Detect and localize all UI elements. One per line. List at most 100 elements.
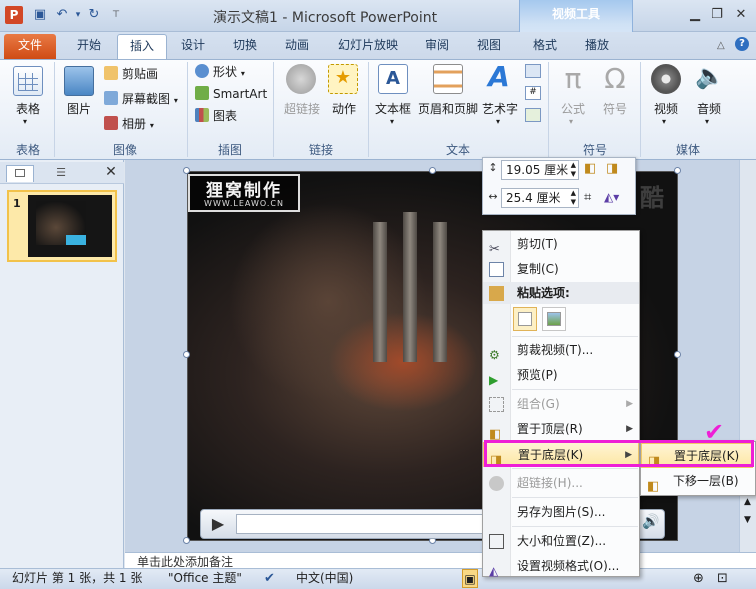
- textbox-icon[interactable]: A: [378, 64, 408, 94]
- video-icon[interactable]: [651, 64, 681, 94]
- tab-view[interactable]: 视图: [468, 34, 510, 59]
- tab-transitions[interactable]: 切换: [224, 34, 266, 59]
- width-spinner[interactable]: 25.4 厘米 ▲ ▼: [501, 188, 579, 208]
- resize-handle-ne[interactable]: [674, 167, 681, 174]
- next-slide-icon[interactable]: ▼: [741, 515, 754, 529]
- tab-design[interactable]: 设计: [172, 34, 214, 59]
- outline-view-icon[interactable]: ☰: [52, 166, 70, 180]
- restore-icon[interactable]: ❐: [706, 6, 728, 24]
- album-icon: [104, 116, 118, 130]
- menu-item-cut[interactable]: ✂ 剪切(T): [483, 232, 639, 257]
- fit-to-window-icon[interactable]: ⊡: [717, 569, 728, 588]
- send-backward-mini-icon[interactable]: ◨: [606, 161, 622, 177]
- volume-icon[interactable]: 🔊: [640, 514, 662, 534]
- play-icon[interactable]: ▶: [206, 512, 230, 536]
- menu-item-trim-video[interactable]: ⚙ 剪裁视频(T)...: [483, 338, 639, 363]
- audio-icon[interactable]: 🔈: [695, 62, 725, 94]
- save-icon[interactable]: ▣: [32, 7, 48, 23]
- tab-home[interactable]: 开始: [66, 34, 112, 59]
- album-button[interactable]: 相册 ▾: [104, 114, 154, 134]
- menu-item-hyperlink[interactable]: 超链接(H)...: [483, 471, 639, 496]
- textbox-button[interactable]: 文本框: [372, 100, 414, 117]
- chart-button[interactable]: 图表: [195, 106, 237, 126]
- video-dropdown-icon[interactable]: ▾: [662, 117, 666, 126]
- wordart-icon[interactable]: A: [484, 62, 514, 92]
- symbol-button[interactable]: 符号: [597, 100, 633, 117]
- slide-thumbnail-number: 1: [13, 197, 21, 210]
- clipart-button[interactable]: 剪贴画: [104, 64, 158, 84]
- object-icon[interactable]: [525, 108, 541, 122]
- crop-mini-icon[interactable]: ⌗: [584, 190, 600, 206]
- resize-handle-sw[interactable]: [183, 537, 190, 544]
- width-spin-arrows-icon[interactable]: ▲ ▼: [571, 189, 578, 207]
- tab-format[interactable]: 格式: [524, 34, 566, 59]
- header-footer-icon[interactable]: [433, 64, 463, 94]
- menu-item-copy[interactable]: 复制(C): [483, 257, 639, 282]
- audio-button[interactable]: 音频: [689, 100, 729, 117]
- tab-insert[interactable]: 插入: [117, 34, 167, 59]
- spelling-check-icon[interactable]: ✔: [264, 569, 275, 588]
- tab-review[interactable]: 审阅: [416, 34, 458, 59]
- customize-qat-icon[interactable]: ⊤: [108, 7, 124, 23]
- smartart-button[interactable]: SmartArt: [195, 84, 267, 104]
- tab-slides-view[interactable]: [6, 165, 34, 182]
- menu-item-save-as-picture[interactable]: 另存为图片(S)...: [483, 500, 639, 525]
- resize-handle-n[interactable]: [429, 167, 436, 174]
- menu-item-bring-to-front[interactable]: ◧ 置于顶层(R) ▶: [483, 417, 639, 442]
- tab-playback[interactable]: 播放: [576, 34, 618, 59]
- status-language[interactable]: 中文(中国): [296, 569, 353, 588]
- table-dropdown-icon[interactable]: ▾: [23, 117, 27, 126]
- height-spinner[interactable]: 19.05 厘米 ▲ ▼: [501, 160, 579, 180]
- menu-item-preview[interactable]: ▶ 预览(P): [483, 363, 639, 388]
- resize-handle-e[interactable]: [674, 351, 681, 358]
- tab-slideshow[interactable]: 幻灯片放映: [330, 34, 406, 59]
- video-style-mini-icon[interactable]: ◭▾: [604, 190, 632, 206]
- status-theme[interactable]: "Office 主题": [168, 569, 242, 588]
- tab-animations[interactable]: 动画: [276, 34, 318, 59]
- undo-icon[interactable]: ↶: [54, 7, 70, 23]
- table-button[interactable]: 表格: [8, 100, 48, 117]
- header-footer-button[interactable]: 页眉和页脚: [415, 100, 481, 117]
- zoom-in-icon[interactable]: ⊕: [693, 569, 704, 588]
- bring-forward-mini-icon[interactable]: ◧: [584, 161, 600, 177]
- table-icon[interactable]: [13, 66, 43, 96]
- menu-item-group[interactable]: 组合(G) ▶: [483, 392, 639, 417]
- wordart-button[interactable]: 艺术字: [480, 100, 520, 117]
- hyperlink-button[interactable]: 超链接: [278, 100, 326, 117]
- menu-item-size-position-label: 大小和位置(Z)...: [517, 534, 607, 548]
- close-window-icon[interactable]: ✕: [730, 6, 752, 24]
- action-icon[interactable]: ★: [328, 64, 358, 94]
- group-label-symbols: 符号: [582, 143, 607, 157]
- paste-keep-format-icon[interactable]: [513, 307, 537, 331]
- date-time-icon[interactable]: [525, 64, 541, 78]
- wordart-dropdown-icon[interactable]: ▾: [496, 117, 500, 126]
- redo-icon[interactable]: ↻: [86, 7, 102, 23]
- undo-dropdown-icon[interactable]: ▾: [70, 7, 86, 23]
- smartart-label: SmartArt: [213, 87, 268, 101]
- paste-picture-icon[interactable]: [542, 307, 566, 331]
- action-button[interactable]: 动作: [324, 100, 364, 117]
- previous-slide-icon[interactable]: ▲: [741, 497, 754, 511]
- resize-handle-nw[interactable]: [183, 167, 190, 174]
- powerpoint-app-icon[interactable]: P: [5, 6, 23, 24]
- submenu-item-send-backward[interactable]: ◧ 下移一层(B): [641, 469, 753, 494]
- resize-handle-w[interactable]: [183, 351, 190, 358]
- normal-view-icon[interactable]: ▣: [462, 569, 478, 588]
- help-icon[interactable]: ?: [735, 37, 749, 51]
- equation-button[interactable]: 公式: [555, 100, 591, 117]
- menu-item-format-video[interactable]: ◭ 设置视频格式(O)...: [483, 554, 639, 579]
- textbox-dropdown-icon[interactable]: ▾: [390, 117, 394, 126]
- minimize-icon[interactable]: ▁: [684, 6, 706, 24]
- slide-number-icon[interactable]: #: [525, 86, 541, 100]
- picture-button[interactable]: 图片: [60, 100, 98, 117]
- picture-icon[interactable]: [64, 66, 94, 96]
- minimize-ribbon-icon[interactable]: △: [717, 40, 725, 51]
- tab-file[interactable]: 文件: [4, 34, 56, 59]
- video-button[interactable]: 视频: [646, 100, 686, 117]
- audio-dropdown-icon[interactable]: ▾: [705, 117, 709, 126]
- screenshot-button[interactable]: 屏幕截图 ▾: [104, 89, 178, 109]
- close-pane-icon[interactable]: ✕: [103, 164, 119, 180]
- height-spin-arrows-icon[interactable]: ▲ ▼: [571, 161, 578, 179]
- shapes-button[interactable]: 形状 ▾: [195, 62, 245, 82]
- menu-item-size-position[interactable]: 大小和位置(Z)...: [483, 529, 639, 554]
